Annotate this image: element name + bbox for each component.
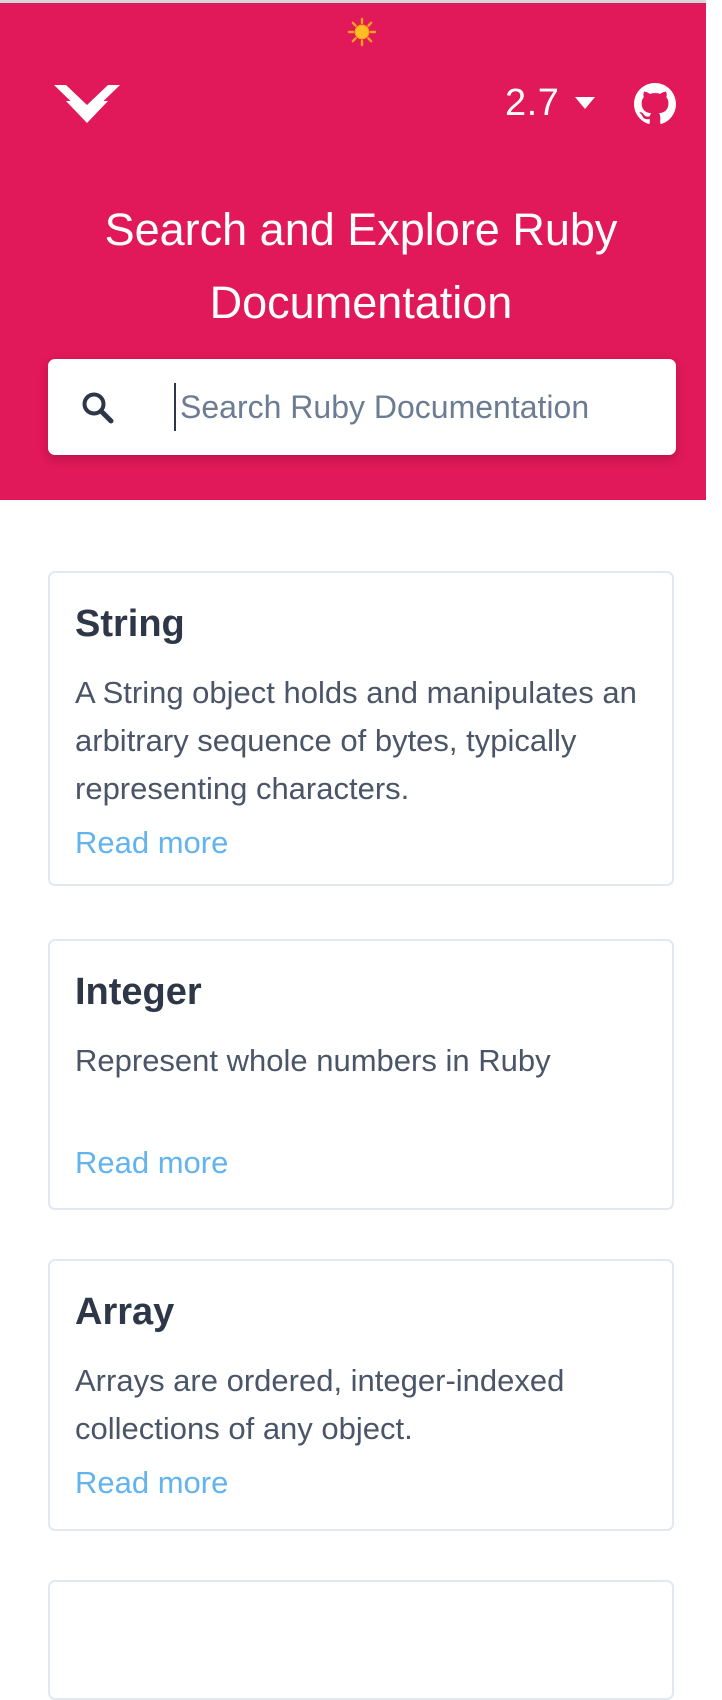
read-more-link[interactable]: Read more <box>75 825 228 861</box>
version-dropdown[interactable]: 2.7 <box>505 81 596 125</box>
search-input[interactable] <box>174 383 660 431</box>
search-box <box>48 359 676 455</box>
sun-icon <box>347 17 377 47</box>
read-more-link[interactable]: Read more <box>75 1145 228 1181</box>
card-title: Integer <box>75 971 202 1013</box>
card-description: A String object holds and manipulates an… <box>75 675 637 806</box>
card-title: Array <box>75 1291 175 1333</box>
caret-down-icon <box>575 97 596 109</box>
chevron-logo-icon <box>54 85 120 123</box>
page-title-line-1: Search and Explore Ruby <box>104 204 618 255</box>
doc-card-integer: Integer Represent whole numbers in Ruby … <box>48 939 674 1210</box>
search-icon <box>82 392 114 424</box>
hero-header: 2.7 Search and Explore Ruby Documentatio… <box>0 3 706 500</box>
page-title-line-2: Documentation <box>209 277 513 328</box>
card-title: String <box>75 603 185 645</box>
read-more-link[interactable]: Read more <box>75 1465 228 1501</box>
version-label: 2.7 <box>505 81 560 124</box>
doc-card-array: Array Arrays are ordered, integer-indexe… <box>48 1259 674 1531</box>
home-logo-link[interactable] <box>52 81 122 125</box>
card-description: Represent whole numbers in Ruby <box>75 1043 551 1078</box>
github-link[interactable] <box>634 83 676 125</box>
doc-card-partial <box>48 1580 674 1700</box>
doc-card-string: String A String object holds and manipul… <box>48 571 674 886</box>
github-icon <box>634 83 676 124</box>
card-description: Arrays are ordered, integer-indexed coll… <box>75 1363 565 1446</box>
theme-toggle-button[interactable] <box>345 15 379 49</box>
page-title: Search and Explore Ruby Documentation <box>0 193 722 339</box>
